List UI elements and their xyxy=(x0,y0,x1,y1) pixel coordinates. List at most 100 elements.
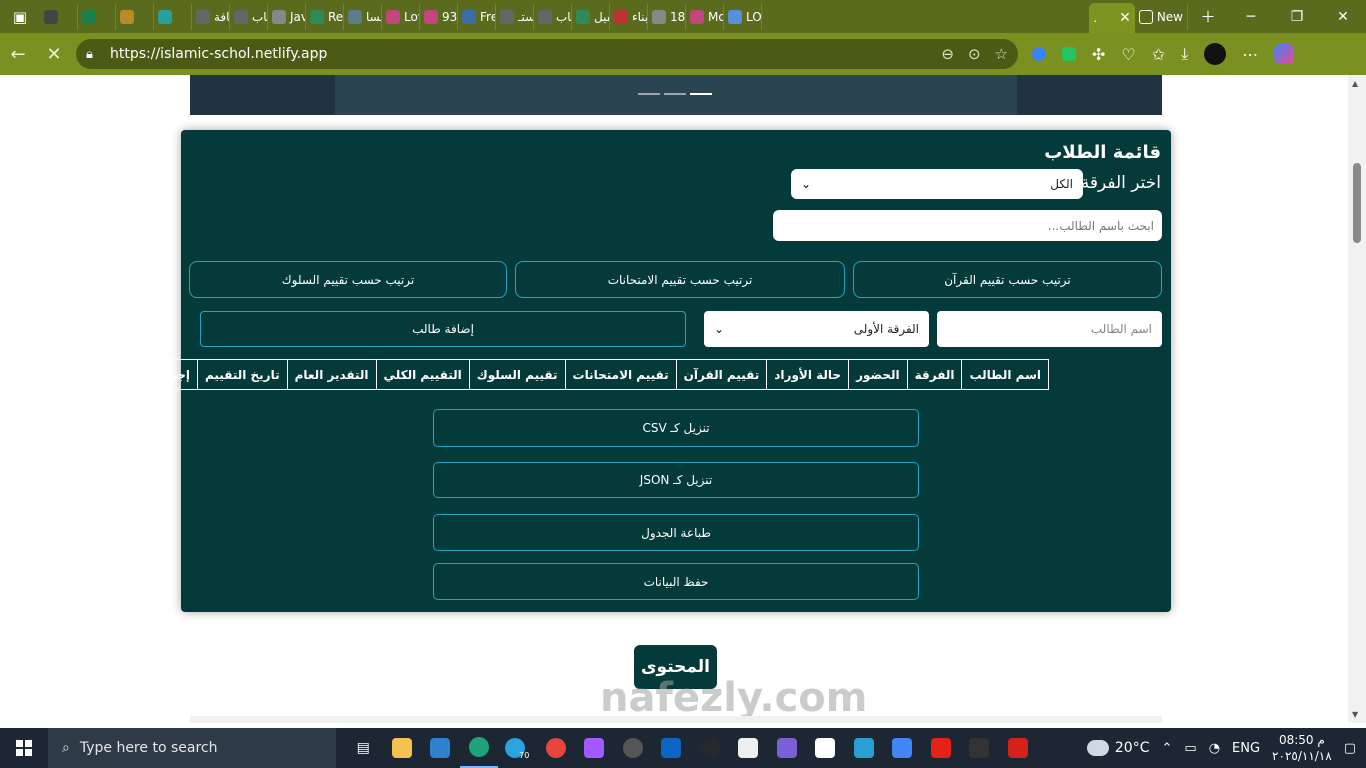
scroll-up-icon[interactable]: ▲ xyxy=(1352,79,1358,88)
copilot-icon[interactable] xyxy=(1274,44,1295,64)
calculator-icon[interactable] xyxy=(960,728,999,768)
settings-more-icon[interactable]: ⋯ xyxy=(1242,45,1258,64)
edge-icon[interactable] xyxy=(459,728,498,768)
network-icon[interactable]: ◔ xyxy=(1209,741,1220,756)
file-explorer-icon[interactable] xyxy=(383,728,422,768)
vscode-icon[interactable] xyxy=(421,728,460,768)
chevron-up-icon[interactable]: ⌃ xyxy=(1161,741,1172,756)
browser-tab[interactable]: LOG xyxy=(724,3,762,30)
more-site-icon[interactable]: ⊙ xyxy=(968,45,981,63)
add-student-button[interactable]: إضافة طالب xyxy=(200,311,686,347)
slider-dot-active[interactable] xyxy=(690,93,712,95)
notion-icon[interactable] xyxy=(806,728,845,768)
stop-loading-icon[interactable]: ✕ xyxy=(36,36,72,72)
scroll-down-icon[interactable]: ▼ xyxy=(1352,710,1358,719)
browser-tab[interactable]: حساب xyxy=(230,3,268,30)
browser-tab[interactable]: Java xyxy=(268,3,306,30)
tab-actions-icon[interactable]: ▣ xyxy=(0,0,40,33)
save-data-button[interactable]: حفظ البيانات xyxy=(433,563,919,600)
start-button[interactable] xyxy=(0,728,48,768)
print-table-button[interactable]: طباعة الجدول xyxy=(433,514,919,551)
telegram-icon[interactable]: 70 xyxy=(498,728,537,768)
hero-image xyxy=(335,75,1017,115)
browser-essentials-icon[interactable]: ♡ xyxy=(1121,45,1135,64)
browser-tab[interactable]: 93e xyxy=(420,3,458,30)
browser-tab[interactable] xyxy=(116,3,154,30)
clock-date: ٢٠٢٥/١١/١٨ xyxy=(1272,749,1332,763)
student-name-input[interactable]: اسم الطالب xyxy=(937,311,1162,347)
browser-tab[interactable]: حساب xyxy=(534,3,572,30)
class-filter-label: اختر الفرقة: xyxy=(1075,173,1161,193)
tab-active[interactable]: . ✕ xyxy=(1089,3,1135,33)
tab-new-label: New xyxy=(1156,9,1183,24)
browser-tab[interactable]: Read xyxy=(306,3,344,30)
figma-icon[interactable] xyxy=(575,728,614,768)
sort-by-exams-button[interactable]: ترتيب حسب تقييم الامتحانات xyxy=(515,261,845,298)
close-tab-icon[interactable]: ✕ xyxy=(1119,10,1131,26)
browser-tab[interactable]: كفيل xyxy=(572,3,610,30)
site-info-icon[interactable]: 🔒︎ xyxy=(86,47,110,62)
downloads-icon[interactable]: ⤓ xyxy=(1181,44,1188,64)
address-field[interactable]: 🔒︎ https://islamic-schol.netlify.app ⊖ ⊙… xyxy=(76,39,1018,69)
battery-icon[interactable]: ▭ xyxy=(1184,741,1196,756)
minimize-icon[interactable]: ─ xyxy=(1228,0,1274,33)
back-arrow-icon[interactable]: ← xyxy=(0,36,36,72)
extension-blue-icon[interactable] xyxy=(1032,47,1046,61)
slider-dot[interactable] xyxy=(664,93,686,95)
favorites-icon[interactable]: ✩ xyxy=(1152,45,1165,64)
sort-by-behavior-button[interactable]: ترتيب حسب تقييم السلوك xyxy=(189,261,507,298)
close-window-icon[interactable]: ✕ xyxy=(1320,0,1366,33)
zoom-icon[interactable]: ⊖ xyxy=(941,45,954,63)
browser-tab[interactable]: مستـ xyxy=(496,3,534,30)
browser-tab[interactable]: Mol xyxy=(686,3,724,30)
language-indicator[interactable]: ENG xyxy=(1232,741,1260,756)
browser-tab[interactable]: إضافة xyxy=(192,3,230,30)
tab-favicon-icon xyxy=(614,9,628,24)
student-class-select[interactable]: الفرقة الأولى ⌄ xyxy=(704,311,929,347)
ai-app-icon[interactable] xyxy=(729,728,768,768)
extensions-puzzle-icon[interactable]: ✣ xyxy=(1092,45,1105,64)
acrobat-icon[interactable] xyxy=(999,728,1038,768)
profile-avatar[interactable] xyxy=(1204,43,1227,65)
table-column-header: الحضور xyxy=(849,359,908,390)
tab-new[interactable]: New xyxy=(1135,3,1188,30)
page-scrollbar[interactable]: ▲ ▼ xyxy=(1348,75,1366,723)
sort-by-quran-button[interactable]: ترتيب حسب تقييم القرآن xyxy=(853,261,1162,298)
media-player-icon[interactable] xyxy=(614,728,653,768)
browser-tab[interactable]: بناء xyxy=(610,3,648,30)
slider-dot[interactable] xyxy=(638,93,660,95)
download-json-button[interactable]: تنزيل كـ JSON xyxy=(433,462,919,498)
taskbar-search[interactable]: ⌕ Type here to search xyxy=(48,728,336,768)
favorite-star-icon[interactable]: ☆ xyxy=(995,45,1008,63)
table-column-header: إجراءات xyxy=(136,359,198,390)
task-view-icon[interactable]: ▤ xyxy=(344,728,383,768)
browser-tab[interactable] xyxy=(154,3,192,30)
restore-icon[interactable]: ❐ xyxy=(1274,0,1320,33)
tab-label: مستـ xyxy=(518,9,533,24)
windows-logo-icon xyxy=(16,740,32,756)
browser-tab[interactable] xyxy=(40,3,78,30)
clock[interactable]: 08:50 م ٢٠٢٥/١١/١٨ xyxy=(1272,732,1332,764)
browser-tab[interactable]: 18 أ xyxy=(648,3,686,30)
browser-tab[interactable]: مسا xyxy=(344,3,382,30)
github-icon[interactable] xyxy=(691,728,730,768)
student-search-input[interactable]: ابحث باسم الطالب... xyxy=(773,210,1162,241)
download-csv-button[interactable]: تنزيل كـ CSV xyxy=(433,409,919,447)
chrome-icon[interactable] xyxy=(537,728,576,768)
class-filter-select[interactable]: الكل ⌄ xyxy=(791,169,1083,199)
star-app-icon[interactable] xyxy=(768,728,807,768)
youtube-icon[interactable] xyxy=(922,728,961,768)
photos-icon[interactable] xyxy=(845,728,884,768)
translate-icon[interactable] xyxy=(883,728,922,768)
new-tab-plus-icon[interactable]: ＋ xyxy=(1188,0,1228,33)
tab-favicon-icon xyxy=(44,9,58,24)
tab-favicon-icon xyxy=(234,9,248,24)
extension-translate-icon[interactable] xyxy=(1062,47,1076,61)
linkedin-icon[interactable] xyxy=(652,728,691,768)
scrollbar-thumb[interactable] xyxy=(1353,163,1361,243)
weather-widget[interactable]: 20°C xyxy=(1086,740,1149,756)
browser-tab[interactable]: Lova xyxy=(382,3,420,30)
browser-tab[interactable]: Free xyxy=(458,3,496,30)
browser-tab[interactable] xyxy=(78,3,116,30)
notifications-icon[interactable]: ▢ xyxy=(1344,741,1356,756)
